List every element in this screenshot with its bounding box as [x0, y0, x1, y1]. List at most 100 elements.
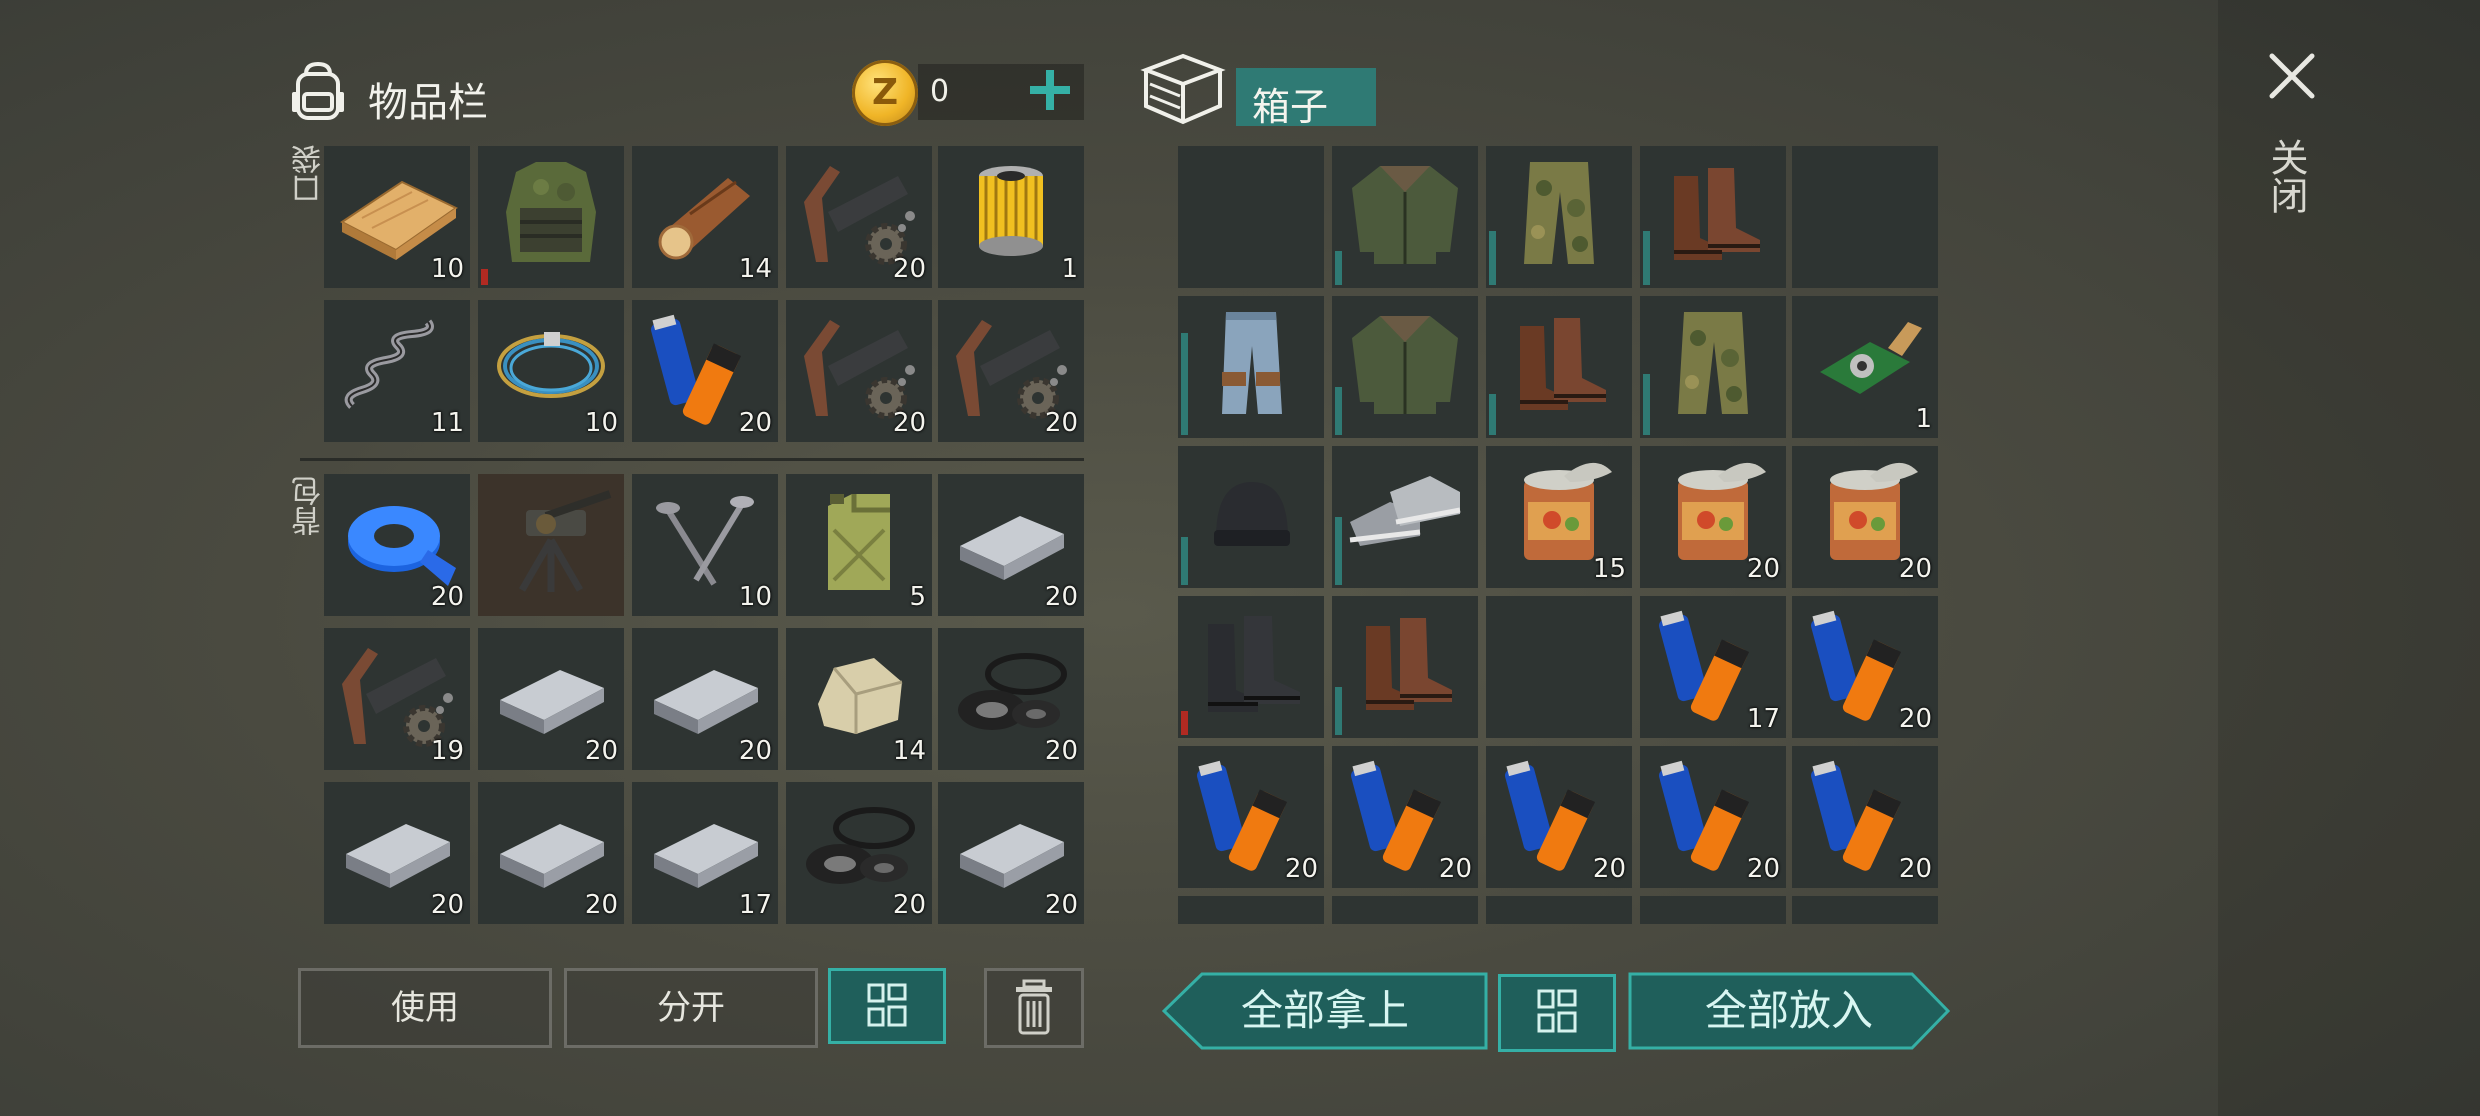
durability-bar — [1335, 517, 1342, 585]
item-quantity: 11 — [430, 408, 464, 438]
box-title: 箱子 — [1252, 85, 1329, 129]
coin-count: 0 — [930, 74, 950, 109]
camo-pants-icon — [1678, 312, 1748, 414]
box-slot[interactable]: 20 — [1332, 746, 1478, 888]
pocket-slot[interactable]: 11 — [324, 300, 470, 442]
use-button[interactable]: 使用 — [298, 968, 552, 1048]
item-quantity: 20 — [892, 408, 926, 438]
item-quantity: 20 — [430, 582, 464, 612]
backpack-slot[interactable]: 5 — [786, 474, 932, 616]
backpack-slot[interactable]: 20 — [478, 628, 624, 770]
bomber-jacket-icon — [1352, 166, 1458, 264]
box-slot[interactable] — [1486, 596, 1632, 738]
box-slot[interactable] — [1178, 596, 1324, 738]
box-slot[interactable]: 20 — [1178, 746, 1324, 888]
durability-bar — [1181, 537, 1188, 585]
item-quantity: 10 — [430, 254, 464, 284]
box-slot[interactable]: 20 — [1792, 446, 1938, 588]
backpack-slot[interactable]: 20 — [938, 474, 1084, 616]
item-quantity: 17 — [738, 890, 772, 920]
backpack-slot[interactable]: 20 — [786, 782, 932, 924]
box-slot[interactable] — [1332, 896, 1478, 924]
circuit-board-icon — [1820, 322, 1922, 394]
box-slot[interactable]: 15 — [1486, 446, 1632, 588]
box-slot[interactable] — [1332, 596, 1478, 738]
backpack-slot[interactable]: 17 — [632, 782, 778, 924]
box-slot[interactable]: 20 — [1792, 596, 1938, 738]
pocket-slot[interactable]: 20 — [786, 146, 932, 288]
durability-bar — [481, 269, 488, 285]
backpack-slot[interactable]: 14 — [786, 628, 932, 770]
backpack-slot[interactable] — [478, 474, 624, 616]
durability-bar — [1181, 333, 1188, 435]
durability-bar — [1335, 251, 1342, 285]
item-quantity: 15 — [1592, 554, 1626, 584]
box-slot[interactable]: 20 — [1792, 746, 1938, 888]
pocket-slot[interactable]: 20 — [632, 300, 778, 442]
mounted-turret-icon — [518, 490, 612, 592]
item-quantity: 20 — [1438, 854, 1472, 884]
box-icon — [1140, 53, 1226, 125]
item-quantity: 5 — [909, 582, 926, 612]
sneakers-icon — [1349, 476, 1461, 546]
take-all-button[interactable]: 全部拿上 — [1162, 972, 1488, 1050]
box-slot[interactable] — [1178, 446, 1324, 588]
take-all-label: 全部拿上 — [1240, 986, 1409, 1035]
delete-button[interactable] — [984, 968, 1084, 1048]
backpack-slot[interactable]: 20 — [324, 782, 470, 924]
box-slot[interactable]: 20 — [1486, 746, 1632, 888]
put-all-button[interactable]: 全部放入 — [1628, 972, 1950, 1050]
sort-inventory-button[interactable] — [828, 968, 946, 1044]
close-label[interactable]: 关闭 — [2264, 138, 2314, 214]
box-slot[interactable] — [1486, 896, 1632, 924]
pocket-slot[interactable]: 10 — [478, 300, 624, 442]
box-slot[interactable] — [1640, 296, 1786, 438]
box-slot[interactable] — [1792, 896, 1938, 924]
box-slot[interactable] — [1332, 146, 1478, 288]
box-slot[interactable] — [1178, 896, 1324, 924]
backpack-slot[interactable]: 20 — [938, 628, 1084, 770]
durability-bar — [1489, 231, 1496, 285]
pocket-slot[interactable]: 14 — [632, 146, 778, 288]
box-slot[interactable] — [1792, 146, 1938, 288]
box-slot[interactable] — [1332, 296, 1478, 438]
item-quantity: 14 — [738, 254, 772, 284]
backpack-slot[interactable]: 20 — [324, 474, 470, 616]
pocket-slot[interactable] — [478, 146, 624, 288]
box-slot[interactable] — [1640, 146, 1786, 288]
pocket-slot[interactable]: 10 — [324, 146, 470, 288]
jerrycan-icon — [828, 494, 890, 590]
box-slot[interactable]: 17 — [1640, 596, 1786, 738]
item-quantity: 20 — [1746, 854, 1780, 884]
durability-bar — [1489, 394, 1496, 435]
box-slot[interactable] — [1486, 146, 1632, 288]
box-slot[interactable] — [1332, 446, 1478, 588]
camo-pants-icon — [1524, 162, 1594, 264]
backpack-slot[interactable]: 10 — [632, 474, 778, 616]
beanie-icon — [1214, 482, 1290, 546]
backpack-slot[interactable]: 20 — [938, 782, 1084, 924]
pocket-slot[interactable]: 20 — [938, 300, 1084, 442]
box-slot[interactable]: 20 — [1640, 446, 1786, 588]
box-slot[interactable] — [1486, 296, 1632, 438]
box-slot[interactable]: 20 — [1640, 746, 1786, 888]
backpack-slot[interactable]: 20 — [478, 782, 624, 924]
sort-box-button[interactable] — [1498, 974, 1616, 1052]
pocket-slot[interactable]: 1 — [938, 146, 1084, 288]
backpack-slot[interactable]: 20 — [632, 628, 778, 770]
box-slot[interactable]: 1 — [1792, 296, 1938, 438]
split-button[interactable]: 分开 — [564, 968, 818, 1048]
close-icon[interactable] — [2262, 46, 2322, 106]
combat-boots-icon — [1208, 616, 1300, 712]
pocket-slot[interactable]: 20 — [786, 300, 932, 442]
durability-bar — [1181, 711, 1188, 735]
box-slot[interactable] — [1640, 896, 1786, 924]
box-slot[interactable] — [1178, 146, 1324, 288]
side-panel-bg — [2218, 0, 2480, 1116]
box-slot[interactable] — [1178, 296, 1324, 438]
add-coins-button[interactable] — [1022, 62, 1078, 118]
durability-bar — [1335, 687, 1342, 735]
military-vest-icon — [506, 162, 596, 262]
item-quantity: 20 — [1044, 582, 1078, 612]
backpack-slot[interactable]: 19 — [324, 628, 470, 770]
